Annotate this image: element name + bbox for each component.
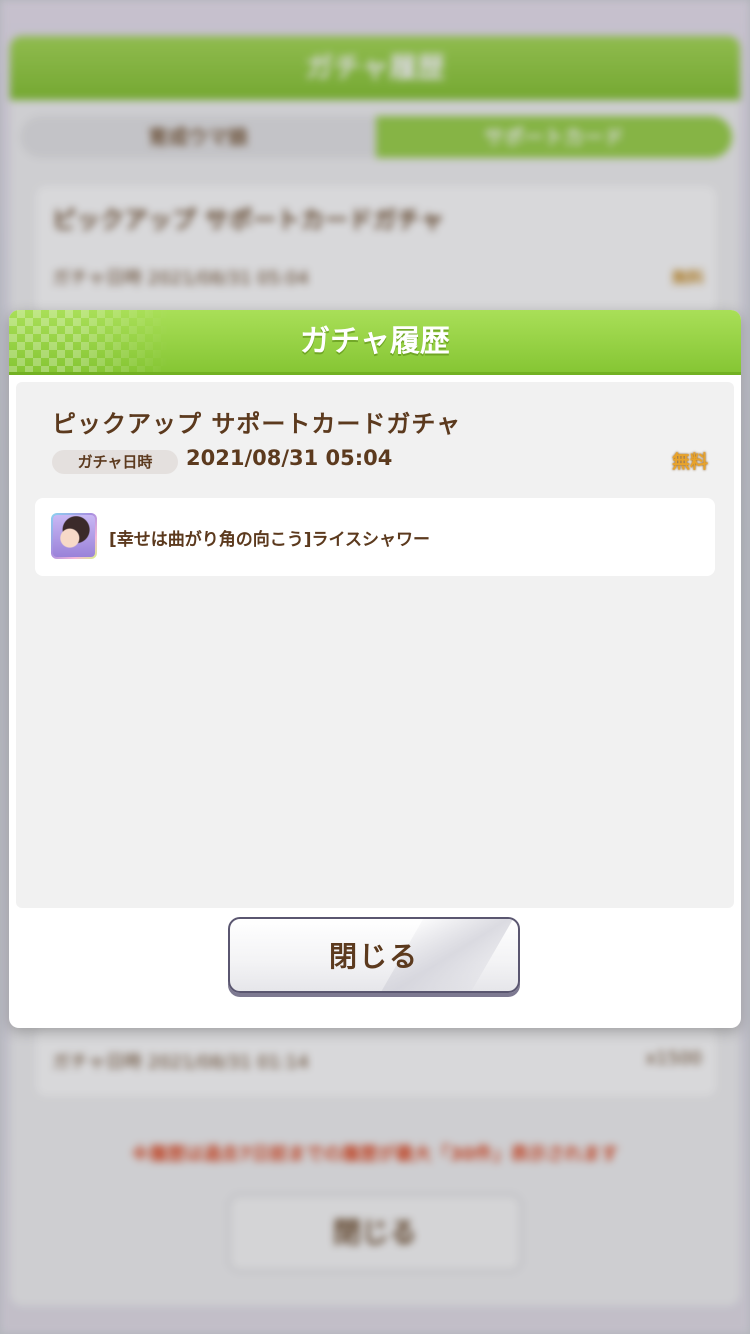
dialog-title: ガチャ履歴 — [300, 324, 450, 359]
gacha-name: ピックアップ サポートカードガチャ — [52, 410, 462, 438]
support-card-thumbnail-icon[interactable] — [51, 513, 97, 559]
free-badge: 無料 — [672, 452, 708, 473]
date-value: 2021/08/31 05:04 — [186, 446, 393, 470]
card-name: [幸せは曲がり角の向こう]ライスシャワー — [109, 530, 431, 550]
dialog-header: ガチャ履歴 — [9, 310, 741, 375]
date-label: ガチャ日時 — [52, 450, 178, 474]
dialog-content[interactable]: ピックアップ サポートカードガチャ ガチャ日時 2021/08/31 05:04… — [16, 382, 734, 908]
close-button-label: 閉じる — [328, 940, 419, 973]
gacha-history-dialog: ガチャ履歴 ピックアップ サポートカードガチャ ガチャ日時 2021/08/31… — [9, 310, 741, 1028]
character-portrait-icon — [53, 515, 95, 557]
result-card[interactable]: [幸せは曲がり角の向こう]ライスシャワー — [35, 498, 715, 576]
close-button[interactable]: 閉じる — [228, 917, 520, 993]
